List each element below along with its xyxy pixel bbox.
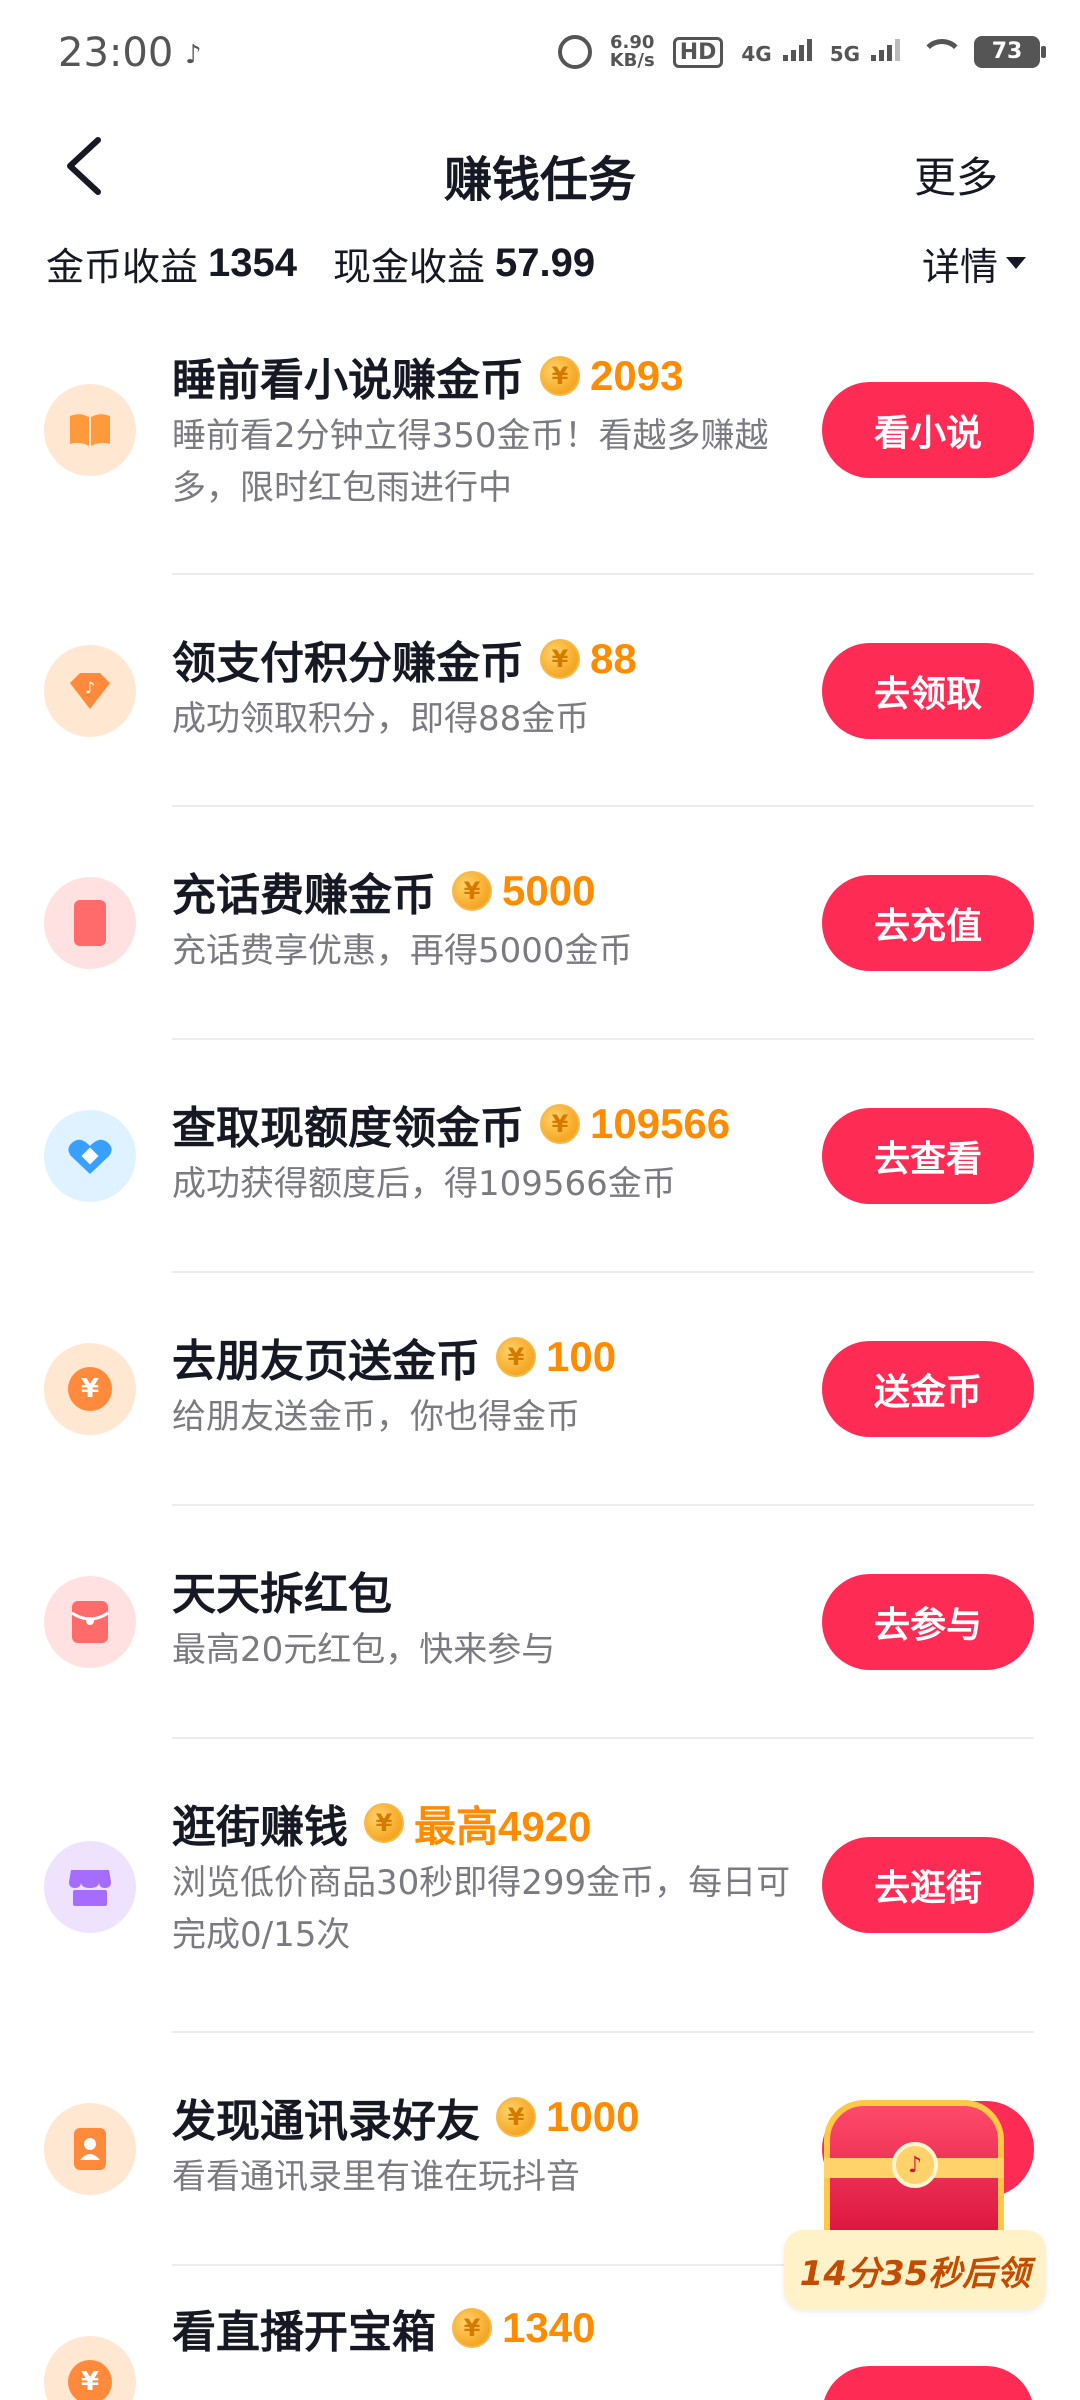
shop-icon <box>44 1841 136 1933</box>
coin-icon: ¥ <box>452 871 492 911</box>
status-bar: 23:00 ♪ 6.90 KB/s HD 4G 5G 73 <box>0 0 1080 110</box>
yen-coin-icon: ¥ <box>44 2336 136 2400</box>
coin-icon: ¥ <box>364 1803 404 1843</box>
wifi-icon <box>918 37 964 67</box>
task-item-red-envelope: 天天拆红包 最高20元红包，快来参与 去参与 <box>0 1506 1080 1739</box>
task-item-phone-topup: 充话费赚金币 ¥ 5000 充话费享优惠，再得5000金币 去充值 <box>0 807 1080 1040</box>
task-description: 成功领取积分，即得88金币 <box>172 699 590 739</box>
task-item-shopping: 逛街赚钱 ¥ 最高4920 浏览低价商品30秒即得299金币，每日可完成0/15… <box>0 1739 1080 2033</box>
earnings-summary: 金币收益 1354 现金收益 57.99 详情 <box>46 230 1026 296</box>
coin-icon: ¥ <box>496 1337 536 1377</box>
task-description: 最高20元红包，快来参与 <box>172 1630 556 1670</box>
heart-app-icon <box>44 1110 136 1202</box>
task-description: 给朋友送金币，你也得金币 <box>172 1397 580 1437</box>
task-title: 充话费赚金币 <box>172 870 436 921</box>
task-item-send-coins: ¥ 去朋友页送金币 ¥ 100 给朋友送金币，你也得金币 送金币 <box>0 1273 1080 1506</box>
task-reward: 1340 <box>502 2304 596 2351</box>
task-reward: 1000 <box>546 2093 640 2140</box>
phone-icon <box>44 877 136 969</box>
task-item-novel: 睡前看小说赚金币 ¥ 2093 睡前看2分钟立得350金币！看越多赚越多，限时红… <box>0 320 1080 575</box>
send-coins-button[interactable]: 送金币 <box>822 1341 1034 1437</box>
status-icons: 6.90 KB/s HD 4G 5G 73 <box>557 32 1046 71</box>
cash-earnings-value: 57.99 <box>495 240 596 285</box>
go-shopping-button[interactable]: 去逛街 <box>822 1837 1034 1933</box>
contacts-icon <box>44 2103 136 2195</box>
join-button[interactable]: 去参与 <box>822 1574 1034 1670</box>
book-icon <box>44 384 136 476</box>
network-speed: 6.90 KB/s <box>609 32 655 71</box>
task-item-points: ♪ 领支付积分赚金币 ¥ 88 成功领取积分，即得88金币 去领取 <box>0 575 1080 807</box>
tiktok-logo-icon: ♪ <box>892 2142 938 2188</box>
battery-icon: 73 <box>974 36 1046 68</box>
task-title: 看直播开宝箱 <box>172 2307 436 2358</box>
coin-icon: ¥ <box>452 2308 492 2348</box>
open-chest-button[interactable] <box>822 2366 1034 2400</box>
signal-5g-icon: 5G <box>830 38 900 66</box>
task-reward: 100 <box>546 1333 617 1380</box>
caret-down-icon <box>1006 257 1026 269</box>
task-title: 睡前看小说赚金币 <box>172 355 524 406</box>
task-description: 充话费享优惠，再得5000金币 <box>172 931 633 971</box>
topup-button[interactable]: 去充值 <box>822 875 1034 971</box>
coin-icon: ¥ <box>540 1104 580 1144</box>
task-reward: 88 <box>590 635 637 682</box>
coin-icon: ¥ <box>496 2097 536 2137</box>
coin-icon: ¥ <box>540 639 580 679</box>
yen-coin-icon: ¥ <box>44 1343 136 1435</box>
coin-icon: ¥ <box>540 356 580 396</box>
alarm-icon <box>557 35 592 69</box>
task-reward: 最高4920 <box>414 1802 592 1850</box>
task-title: 逛街赚钱 <box>172 1802 348 1853</box>
view-button[interactable]: 去查看 <box>822 1108 1034 1204</box>
red-envelope-icon <box>44 1576 136 1668</box>
claim-button[interactable]: 去领取 <box>822 643 1034 739</box>
task-title: 发现通讯录好友 <box>172 2096 480 2147</box>
coin-earnings-value: 1354 <box>208 240 297 285</box>
diamond-icon: ♪ <box>44 645 136 737</box>
task-item-credit-limit: 查取现额度领金币 ¥ 109566 成功获得额度后，得109566金币 去查看 <box>0 1040 1080 1273</box>
task-description: 成功获得额度后，得109566金币 <box>172 1164 676 1204</box>
task-description: 睡前看2分钟立得350金币！看越多赚越多，限时红包雨进行中 <box>172 416 769 508</box>
task-description: 浏览低价商品30秒即得299金币，每日可完成0/15次 <box>172 1863 791 1955</box>
status-time: 23:00 <box>58 30 174 76</box>
hd-icon: HD <box>672 36 724 68</box>
task-title: 天天拆红包 <box>172 1569 392 1620</box>
task-title: 去朋友页送金币 <box>172 1336 480 1387</box>
read-novel-button[interactable]: 看小说 <box>822 382 1034 478</box>
task-description: 看看通讯录里有谁在玩抖音 <box>172 2157 580 2197</box>
svg-text:♪: ♪ <box>85 678 95 697</box>
task-reward: 109566 <box>590 1100 731 1147</box>
signal-4g-icon: 4G <box>741 38 812 66</box>
task-title: 查取现额度领金币 <box>172 1103 524 1154</box>
details-button[interactable]: 详情 <box>922 236 1026 291</box>
coin-earnings-label: 金币收益 <box>46 244 199 289</box>
task-reward: 2093 <box>590 352 684 399</box>
task-reward: 5000 <box>502 867 596 914</box>
chest-countdown: 14分35秒后领 <box>784 2230 1046 2310</box>
tiktok-notification-icon: ♪ <box>185 40 202 70</box>
task-title: 领支付积分赚金币 <box>172 638 524 689</box>
nav-bar: 赚钱任务 更多 <box>0 110 1080 230</box>
more-button[interactable]: 更多 <box>914 144 998 205</box>
floating-treasure-chest[interactable]: ♪ 14分35秒后领 <box>784 2080 1046 2320</box>
cash-earnings-label: 现金收益 <box>333 244 486 289</box>
